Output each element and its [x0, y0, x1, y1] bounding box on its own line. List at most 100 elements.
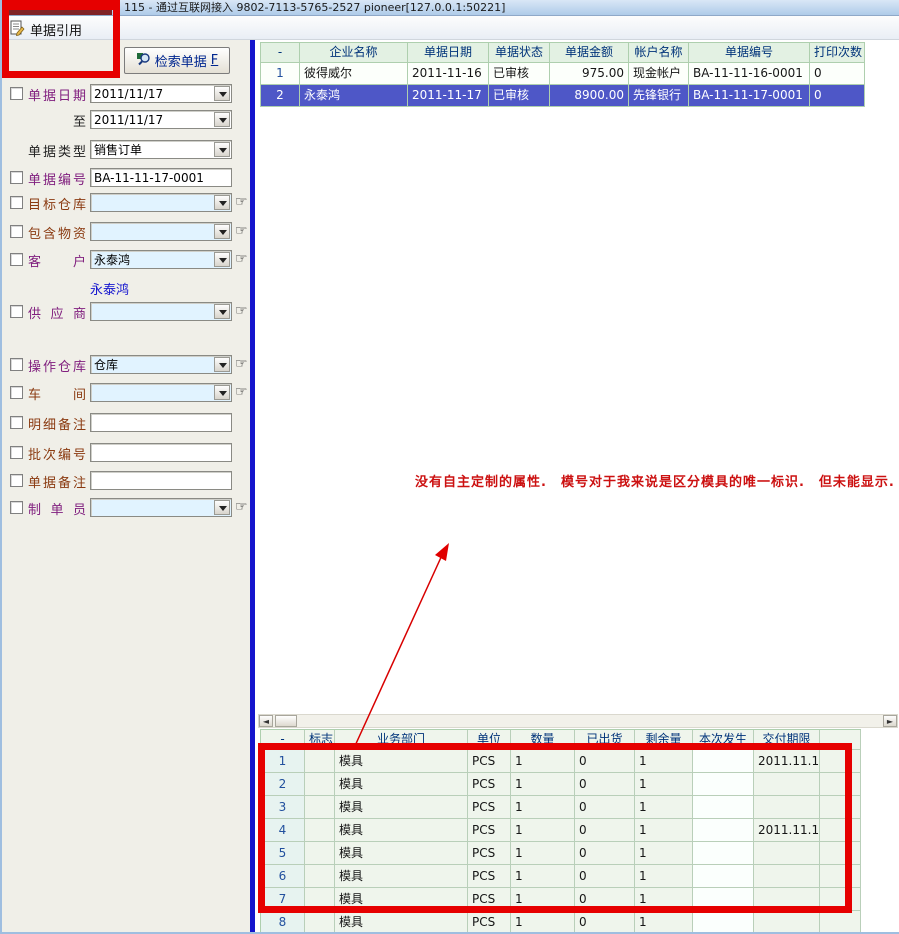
table-cell: 0	[575, 865, 635, 888]
table-cell: 1	[635, 888, 693, 911]
pointing-hand-icon[interactable]: ☞	[235, 384, 248, 401]
chevron-down-icon[interactable]	[214, 500, 230, 515]
column-header[interactable]: 业务部门	[335, 730, 468, 750]
scrollbar-thumb[interactable]	[275, 715, 297, 727]
combo-box[interactable]: 销售订单	[90, 140, 232, 159]
combo-box[interactable]	[90, 222, 232, 241]
checkbox-5[interactable]	[10, 225, 23, 238]
combo-value[interactable]: 永泰鸿	[94, 252, 213, 268]
checkbox-11[interactable]	[10, 446, 23, 459]
checkbox-6[interactable]	[10, 253, 23, 266]
text-field[interactable]	[90, 471, 232, 490]
combo-box[interactable]	[90, 193, 232, 212]
column-header[interactable]: -	[261, 43, 300, 63]
filter-row-6: 客 户永泰鸿☞	[2, 250, 250, 269]
table-row[interactable]: 8模具PCS101	[261, 911, 861, 932]
filter-row-5: 包含物资☞	[2, 222, 250, 241]
column-header[interactable]: 单据编号	[689, 43, 810, 63]
column-header[interactable]: 剩余量	[635, 730, 693, 750]
pointing-hand-icon[interactable]: ☞	[235, 303, 248, 320]
scroll-right-button[interactable]: ►	[883, 715, 897, 727]
table-cell	[820, 819, 861, 842]
text-input[interactable]	[91, 414, 231, 431]
text-input[interactable]	[91, 169, 231, 186]
table-cell: 彼得威尔	[300, 63, 408, 85]
scroll-left-button[interactable]: ◄	[259, 715, 273, 727]
table-cell: 模具	[335, 773, 468, 796]
chevron-down-icon[interactable]	[214, 86, 230, 101]
table-row[interactable]: 1模具PCS1012011.11.1	[261, 750, 861, 773]
checkbox-7[interactable]	[10, 305, 23, 318]
column-header[interactable]: 单据金额	[550, 43, 629, 63]
table-row[interactable]: 2永泰鸿2011-11-17已审核8900.00先锋银行BA-11-11-17-…	[261, 85, 865, 107]
checkbox-13[interactable]	[10, 501, 23, 514]
checkbox-4[interactable]	[10, 196, 23, 209]
horizontal-scrollbar[interactable]: ◄ ►	[258, 714, 898, 728]
chevron-down-icon[interactable]	[214, 385, 230, 400]
table-row[interactable]: 3模具PCS101	[261, 796, 861, 819]
combo-box[interactable]: 永泰鸿	[90, 250, 232, 269]
column-header[interactable]: 交付期限	[754, 730, 820, 750]
text-field[interactable]	[90, 443, 232, 462]
column-header[interactable]: 单据状态	[489, 43, 550, 63]
text-input[interactable]	[91, 444, 231, 461]
checkbox-10[interactable]	[10, 416, 23, 429]
combo-box[interactable]	[90, 498, 232, 517]
table-cell: 1	[635, 865, 693, 888]
checkbox-0[interactable]	[10, 87, 23, 100]
pointing-hand-icon[interactable]: ☞	[235, 356, 248, 373]
checkbox-8[interactable]	[10, 358, 23, 371]
checkbox-12[interactable]	[10, 474, 23, 487]
table-cell: 2011.11.1	[754, 819, 820, 842]
table-row[interactable]: 6模具PCS101	[261, 865, 861, 888]
column-header[interactable]: 数量	[511, 730, 575, 750]
chevron-down-icon[interactable]	[214, 112, 230, 127]
table-row[interactable]: 5模具PCS101	[261, 842, 861, 865]
column-header[interactable]: -	[261, 730, 305, 750]
column-header[interactable]: 标志	[305, 730, 335, 750]
column-header[interactable]: 帐户名称	[629, 43, 689, 63]
combo-box[interactable]: 2011/11/17	[90, 84, 232, 103]
column-header[interactable]: 打印次数	[810, 43, 865, 63]
combo-box[interactable]	[90, 383, 232, 402]
table-cell	[305, 865, 335, 888]
pointing-hand-icon[interactable]: ☞	[235, 499, 248, 516]
combo-value[interactable]: 仓库	[94, 357, 213, 373]
column-header[interactable]: 企业名称	[300, 43, 408, 63]
chevron-down-icon[interactable]	[214, 224, 230, 239]
table-row[interactable]: 2模具PCS101	[261, 773, 861, 796]
chevron-down-icon[interactable]	[214, 142, 230, 157]
column-header[interactable]: 单据日期	[408, 43, 489, 63]
pointing-hand-icon[interactable]: ☞	[235, 194, 248, 211]
table-cell	[820, 796, 861, 819]
chevron-down-icon[interactable]	[214, 195, 230, 210]
text-field[interactable]	[90, 168, 232, 187]
search-documents-button[interactable]: 检索单据 F	[124, 47, 230, 74]
table-cell: 6	[261, 865, 305, 888]
chevron-down-icon[interactable]	[214, 252, 230, 267]
combo-value[interactable]: 销售订单	[94, 142, 213, 158]
combo-value[interactable]: 2011/11/17	[94, 112, 213, 128]
column-header[interactable]: 已出货	[575, 730, 635, 750]
table-cell: 8900.00	[550, 85, 629, 107]
table-row[interactable]: 1彼得威尔2011-11-16已审核975.00现金帐户BA-11-11-16-…	[261, 63, 865, 85]
combo-box[interactable]	[90, 302, 232, 321]
pointing-hand-icon[interactable]: ☞	[235, 251, 248, 268]
combo-box[interactable]: 2011/11/17	[90, 110, 232, 129]
column-header[interactable]	[820, 730, 861, 750]
table-cell: BA-11-11-17-0001	[689, 85, 810, 107]
text-field[interactable]	[90, 413, 232, 432]
text-input[interactable]	[91, 472, 231, 489]
table-row[interactable]: 7模具PCS101	[261, 888, 861, 911]
table-row[interactable]: 4模具PCS1012011.11.1	[261, 819, 861, 842]
checkbox-9[interactable]	[10, 386, 23, 399]
combo-value[interactable]: 2011/11/17	[94, 86, 213, 102]
column-header[interactable]: 本次发生	[693, 730, 754, 750]
chevron-down-icon[interactable]	[214, 357, 230, 372]
combo-box[interactable]: 仓库	[90, 355, 232, 374]
column-header[interactable]: 单位	[468, 730, 511, 750]
checkbox-3[interactable]	[10, 171, 23, 184]
chevron-down-icon[interactable]	[214, 304, 230, 319]
table-cell: 现金帐户	[629, 63, 689, 85]
pointing-hand-icon[interactable]: ☞	[235, 223, 248, 240]
